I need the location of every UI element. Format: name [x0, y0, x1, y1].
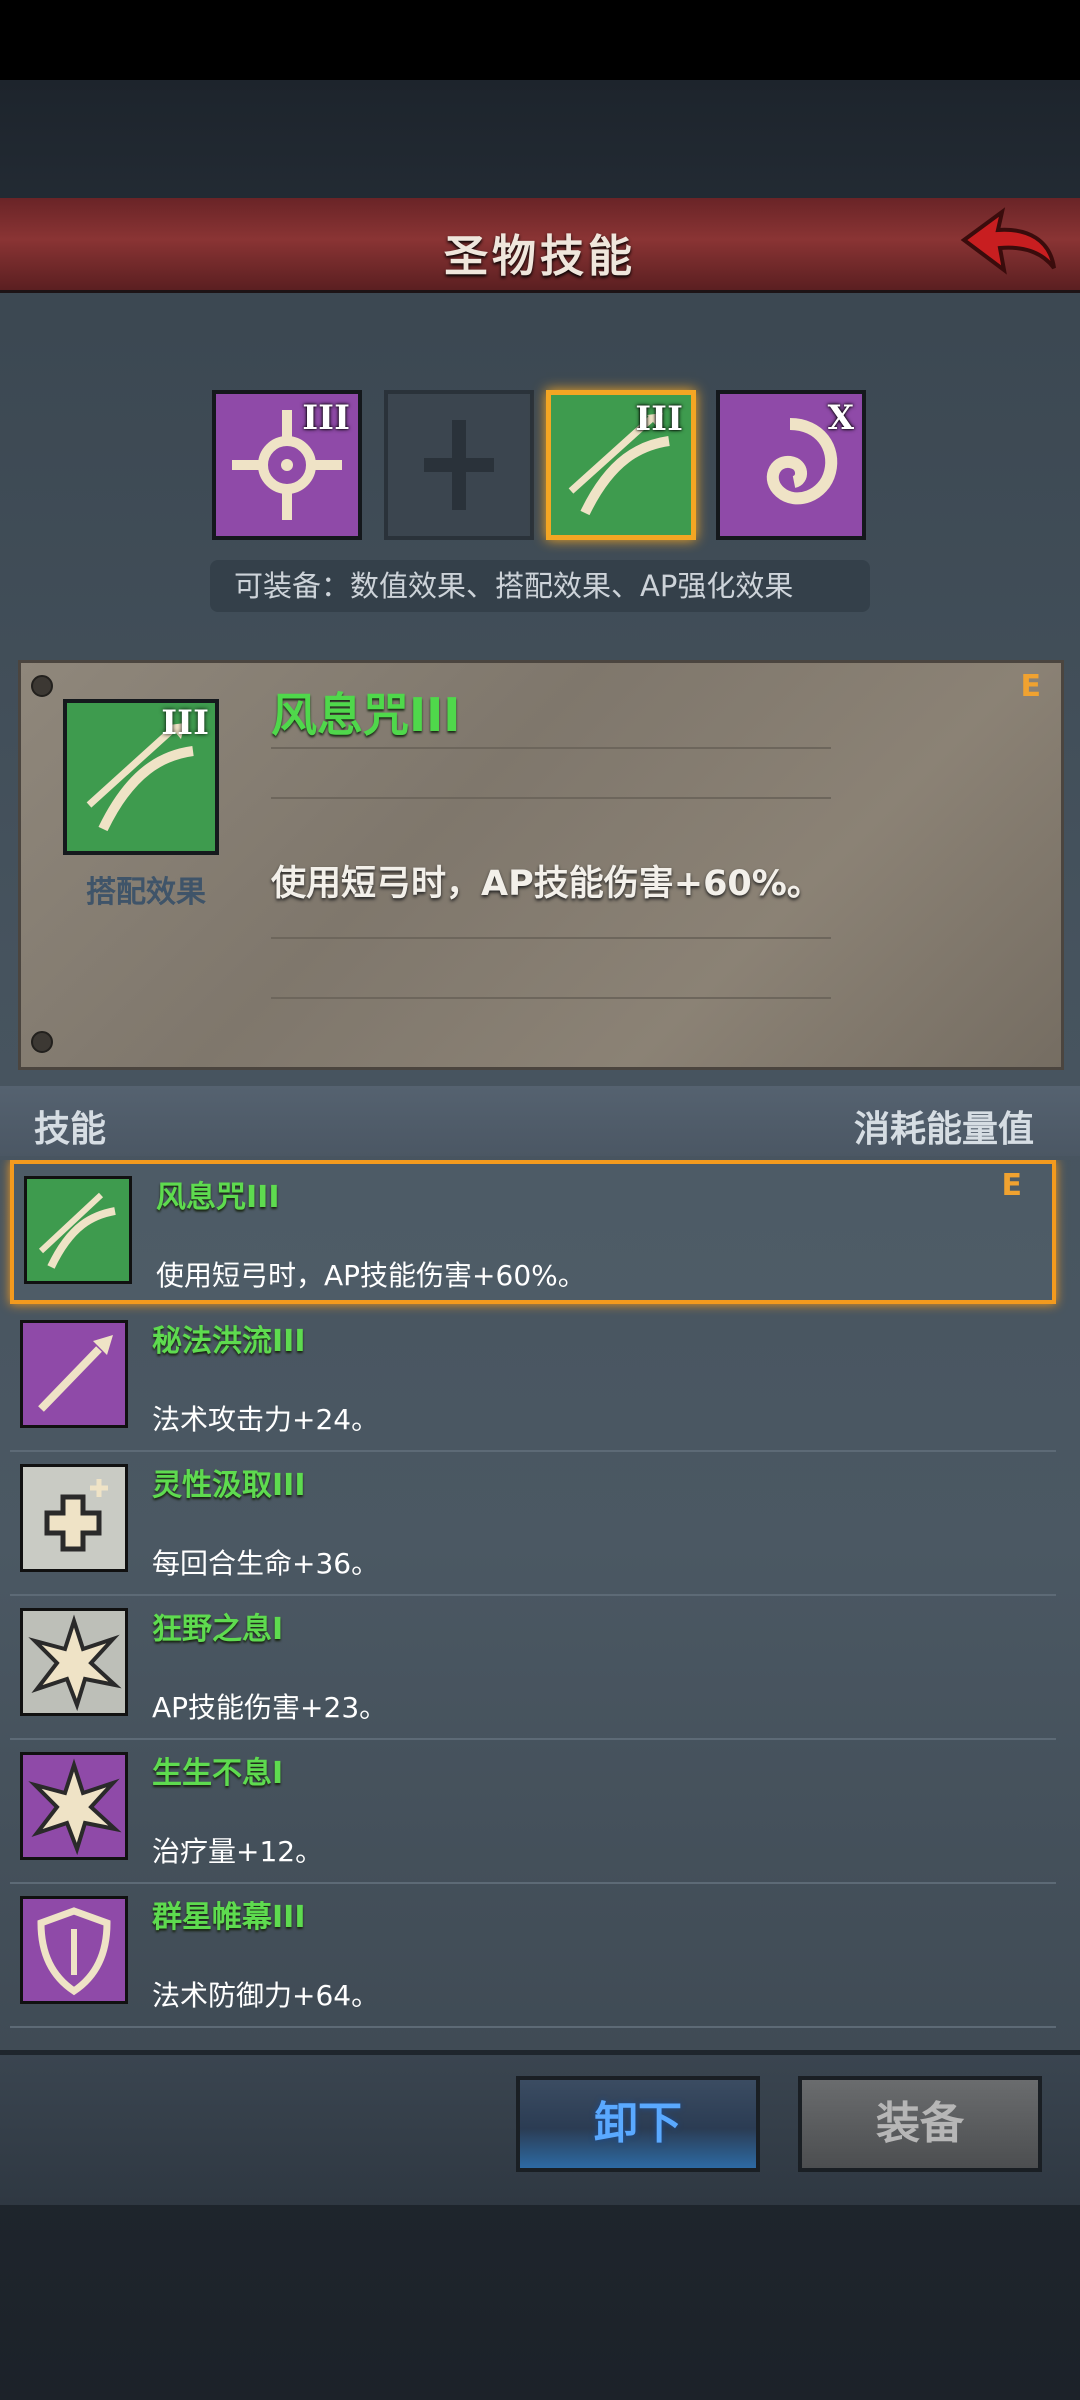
divider — [271, 997, 831, 999]
unequip-button[interactable]: 卸下 — [516, 2076, 760, 2172]
bow-arrow-icon — [24, 1176, 132, 1284]
slot-tier: X — [827, 398, 854, 438]
skill-list[interactable]: 风息咒III 使用短弓时，AP技能伤害+60%。 E 秘法洪流III 法术攻击力… — [0, 1160, 1080, 2040]
rivet — [31, 1031, 53, 1053]
skill-description: 每回合生命+36。 — [152, 1547, 380, 1580]
skill-description: 治疗量+12。 — [152, 1835, 324, 1868]
skill-name: 风息咒III — [156, 1180, 280, 1215]
rivet — [31, 675, 53, 697]
slot-tier: III — [635, 399, 683, 439]
detail-grade: E — [1020, 669, 1042, 704]
burst-icon — [20, 1752, 128, 1860]
divider — [271, 747, 831, 749]
skill-row[interactable]: 生生不息I 治疗量+12。 — [10, 1740, 1056, 1884]
empty-slot-cross-icon — [388, 394, 530, 536]
header-energy-label: 消耗能量值 — [853, 1109, 1034, 1150]
divider — [271, 797, 831, 799]
skill-name: 狂野之息I — [152, 1612, 284, 1647]
relic-slot-empty[interactable] — [384, 390, 534, 540]
detail-card: III 搭配效果 风息咒III E 使用短弓时，AP技能伤害+60%。 — [18, 660, 1064, 1070]
spear-icon — [20, 1320, 128, 1428]
skill-name: 生生不息I — [152, 1756, 284, 1791]
divider — [271, 937, 831, 939]
skill-name: 灵性汲取III — [152, 1468, 306, 1503]
skill-description: 使用短弓时，AP技能伤害+60%。 — [156, 1259, 586, 1292]
skill-name: 秘法洪流III — [152, 1324, 306, 1359]
skill-name: 群星帷幕III — [152, 1900, 306, 1935]
skill-row[interactable]: 灵性汲取III 每回合生命+36。 — [10, 1452, 1056, 1596]
skill-row[interactable]: 群星帷幕III 法术防御力+64。 — [10, 1884, 1056, 2028]
equip-hint: 可装备：数值效果、搭配效果、AP强化效果 — [210, 560, 870, 612]
slot-tier: III — [302, 398, 350, 438]
skill-description: 法术防御力+64。 — [152, 1979, 380, 2012]
skill-row[interactable]: 风息咒III 使用短弓时，AP技能伤害+60%。 E — [10, 1160, 1056, 1304]
skill-description: AP技能伤害+23。 — [152, 1691, 388, 1724]
back-arrow-icon[interactable] — [958, 206, 1058, 282]
equip-button[interactable]: 装备 — [798, 2076, 1042, 2172]
relic-slot-3[interactable]: III — [546, 390, 696, 540]
page-title: 圣物技能 — [444, 231, 636, 282]
skill-list-header: 技能 消耗能量值 — [0, 1086, 1080, 1156]
heal-cross-icon — [20, 1464, 128, 1572]
relic-slot-1[interactable]: III — [212, 390, 362, 540]
detail-skill-icon: III — [63, 699, 219, 855]
skill-description: 法术攻击力+24。 — [152, 1403, 380, 1436]
detail-description: 使用短弓时，AP技能伤害+60%。 — [271, 864, 822, 904]
skill-row[interactable]: 秘法洪流III 法术攻击力+24。 — [10, 1308, 1056, 1452]
shield-icon — [20, 1896, 128, 2004]
detail-skill-name: 风息咒III — [271, 688, 461, 742]
detail-category: 搭配效果 — [86, 875, 206, 910]
title-bar: 圣物技能 — [0, 198, 1080, 293]
skill-grade: E — [1001, 1168, 1023, 1203]
header-skill-label: 技能 — [34, 1109, 107, 1150]
relic-slot-4[interactable]: X — [716, 390, 866, 540]
detail-tier: III — [161, 703, 209, 743]
skill-row[interactable]: 狂野之息I AP技能伤害+23。 — [10, 1596, 1056, 1740]
burst-icon — [20, 1608, 128, 1716]
